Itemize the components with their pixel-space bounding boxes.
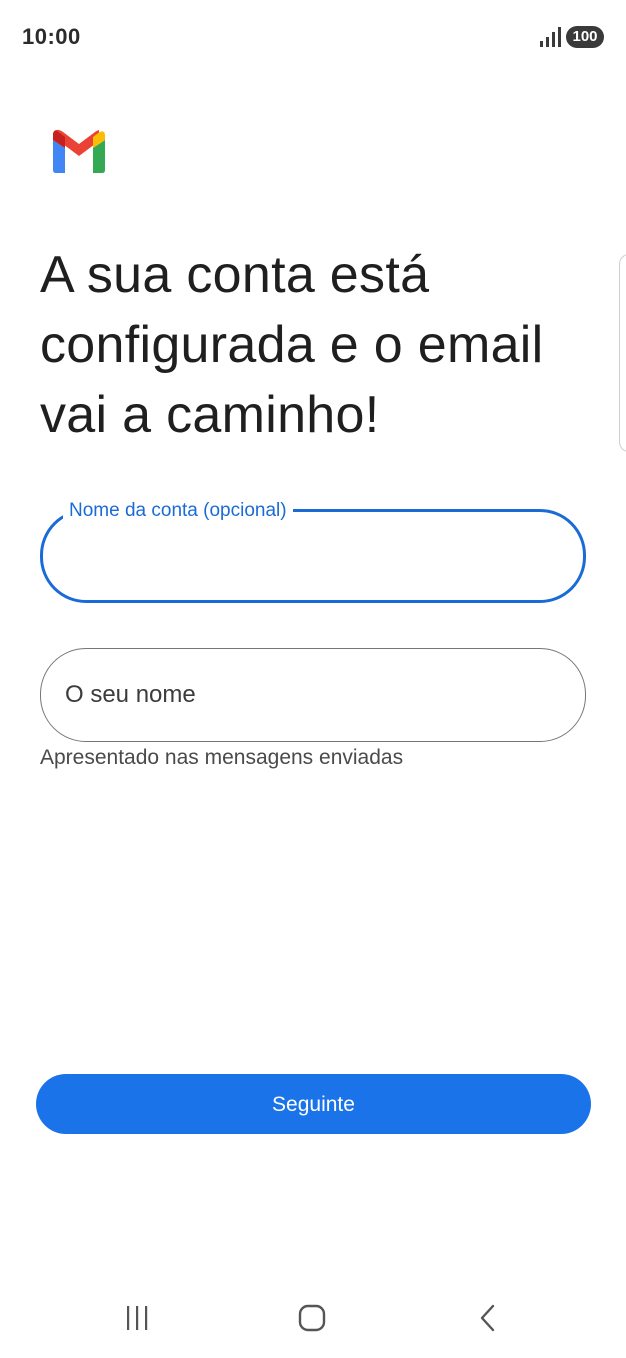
back-button[interactable] bbox=[468, 1298, 508, 1338]
home-icon bbox=[298, 1304, 326, 1332]
signal-bars-icon bbox=[540, 27, 561, 47]
your-name-helper-text: Apresentado nas mensagens enviadas bbox=[40, 746, 404, 769]
account-name-field[interactable]: Nome da conta (opcional) bbox=[40, 499, 586, 603]
gmail-logo-icon bbox=[53, 129, 105, 173]
account-name-input[interactable] bbox=[67, 512, 547, 600]
your-name-input[interactable] bbox=[65, 649, 545, 741]
system-nav-bar bbox=[0, 1282, 626, 1358]
recents-icon bbox=[127, 1306, 148, 1330]
next-button[interactable]: Seguinte bbox=[36, 1074, 591, 1134]
status-bar: 10:00 100 bbox=[0, 0, 626, 76]
edge-panel-handle[interactable] bbox=[619, 254, 626, 452]
home-button[interactable] bbox=[292, 1298, 332, 1338]
your-name-field[interactable] bbox=[40, 648, 586, 742]
recents-button[interactable] bbox=[117, 1298, 157, 1338]
back-icon bbox=[480, 1304, 495, 1332]
battery-level-badge: 100 bbox=[566, 26, 604, 48]
status-time: 10:00 bbox=[22, 24, 81, 49]
page-title: A sua conta está configurada e o email v… bbox=[40, 246, 544, 444]
